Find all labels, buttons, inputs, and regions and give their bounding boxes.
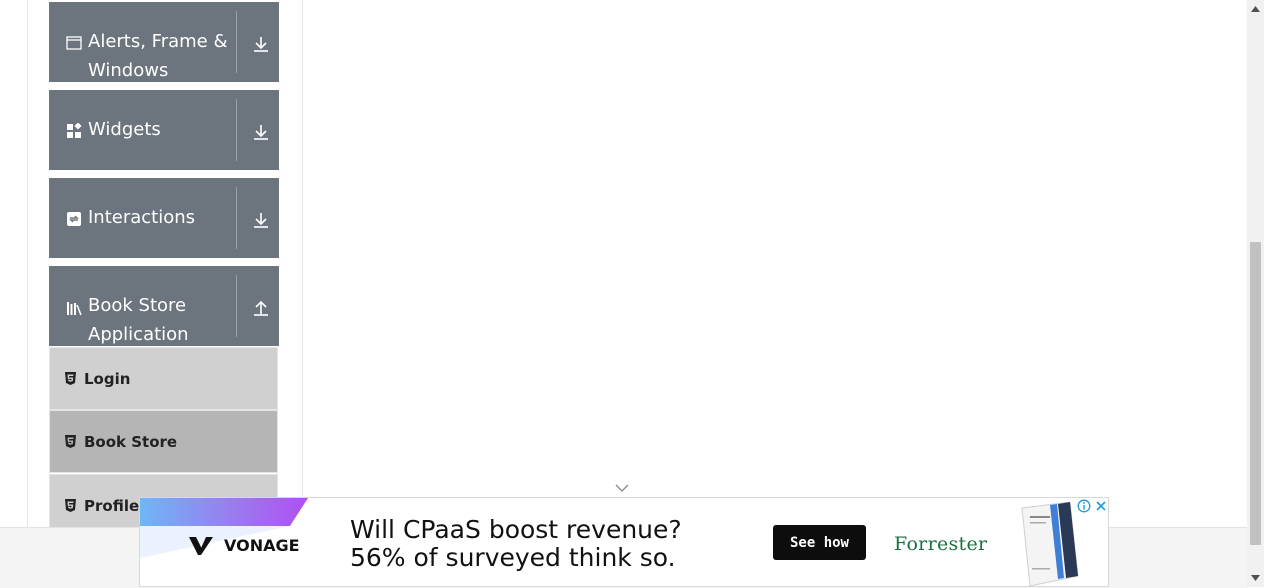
- html5-icon: [65, 435, 76, 448]
- group-separator: [236, 99, 237, 161]
- group-separator: [236, 11, 237, 73]
- group-title: Widgets: [88, 119, 161, 140]
- download-arrow-icon[interactable]: [252, 211, 270, 229]
- left-gutter-line: [27, 0, 28, 527]
- group-interactions[interactable]: Interactions: [49, 178, 279, 258]
- sidebar-item-label: Book Store: [84, 433, 178, 451]
- group-title: Interactions: [88, 207, 196, 228]
- sidebar-item-label: Login: [84, 370, 131, 388]
- upload-arrow-icon[interactable]: [252, 299, 270, 317]
- interactions-icon: [67, 212, 81, 226]
- vertical-scrollbar[interactable]: [1247, 0, 1264, 587]
- group-book-store-application[interactable]: Book Store Application: [49, 266, 279, 346]
- close-icon[interactable]: [1094, 499, 1108, 513]
- ad-headline: Will CPaaS boost revenue? 56% of surveye…: [350, 516, 682, 572]
- sidebar-item-login[interactable]: Login: [49, 347, 278, 410]
- scroll-down-arrow-icon[interactable]: [1251, 575, 1260, 581]
- books-icon: [67, 302, 82, 316]
- vonage-logo-icon: [189, 537, 213, 555]
- group-title: Alerts, Frame & Windows: [88, 31, 228, 81]
- info-icon[interactable]: [1077, 499, 1091, 513]
- widgets-icon: [67, 123, 82, 138]
- download-arrow-icon[interactable]: [252, 123, 270, 141]
- group-title: Book Store Application: [88, 295, 189, 345]
- ad-banner[interactable]: VONAGE Will CPaaS boost revenue? 56% of …: [139, 497, 1109, 587]
- ad-brand: VONAGE: [224, 536, 300, 555]
- group-alerts-frame-windows[interactable]: Alerts, Frame & Windows: [49, 2, 279, 82]
- ad-headline-line1: Will CPaaS boost revenue?: [350, 515, 682, 544]
- sidebar-divider: [302, 0, 303, 527]
- scroll-up-arrow-icon[interactable]: [1251, 6, 1260, 12]
- see-how-button[interactable]: See how: [773, 525, 866, 560]
- scrollbar-thumb[interactable]: [1250, 242, 1261, 545]
- sidebar-item-label: Profile: [84, 497, 140, 515]
- html5-icon: [65, 499, 76, 512]
- download-arrow-icon[interactable]: [252, 35, 270, 53]
- ad-headline-line2: 56% of surveyed think so.: [350, 543, 676, 572]
- sidebar-item-book-store[interactable]: Book Store: [49, 410, 278, 473]
- chevron-down-icon[interactable]: [614, 482, 630, 494]
- window-icon: [66, 36, 82, 50]
- group-widgets[interactable]: Widgets: [49, 90, 279, 170]
- group-separator: [236, 275, 237, 337]
- html5-icon: [65, 372, 76, 385]
- group-separator: [236, 187, 237, 249]
- report-cover-image: [1021, 502, 1079, 586]
- forrester-logo: Forrester: [894, 533, 988, 555]
